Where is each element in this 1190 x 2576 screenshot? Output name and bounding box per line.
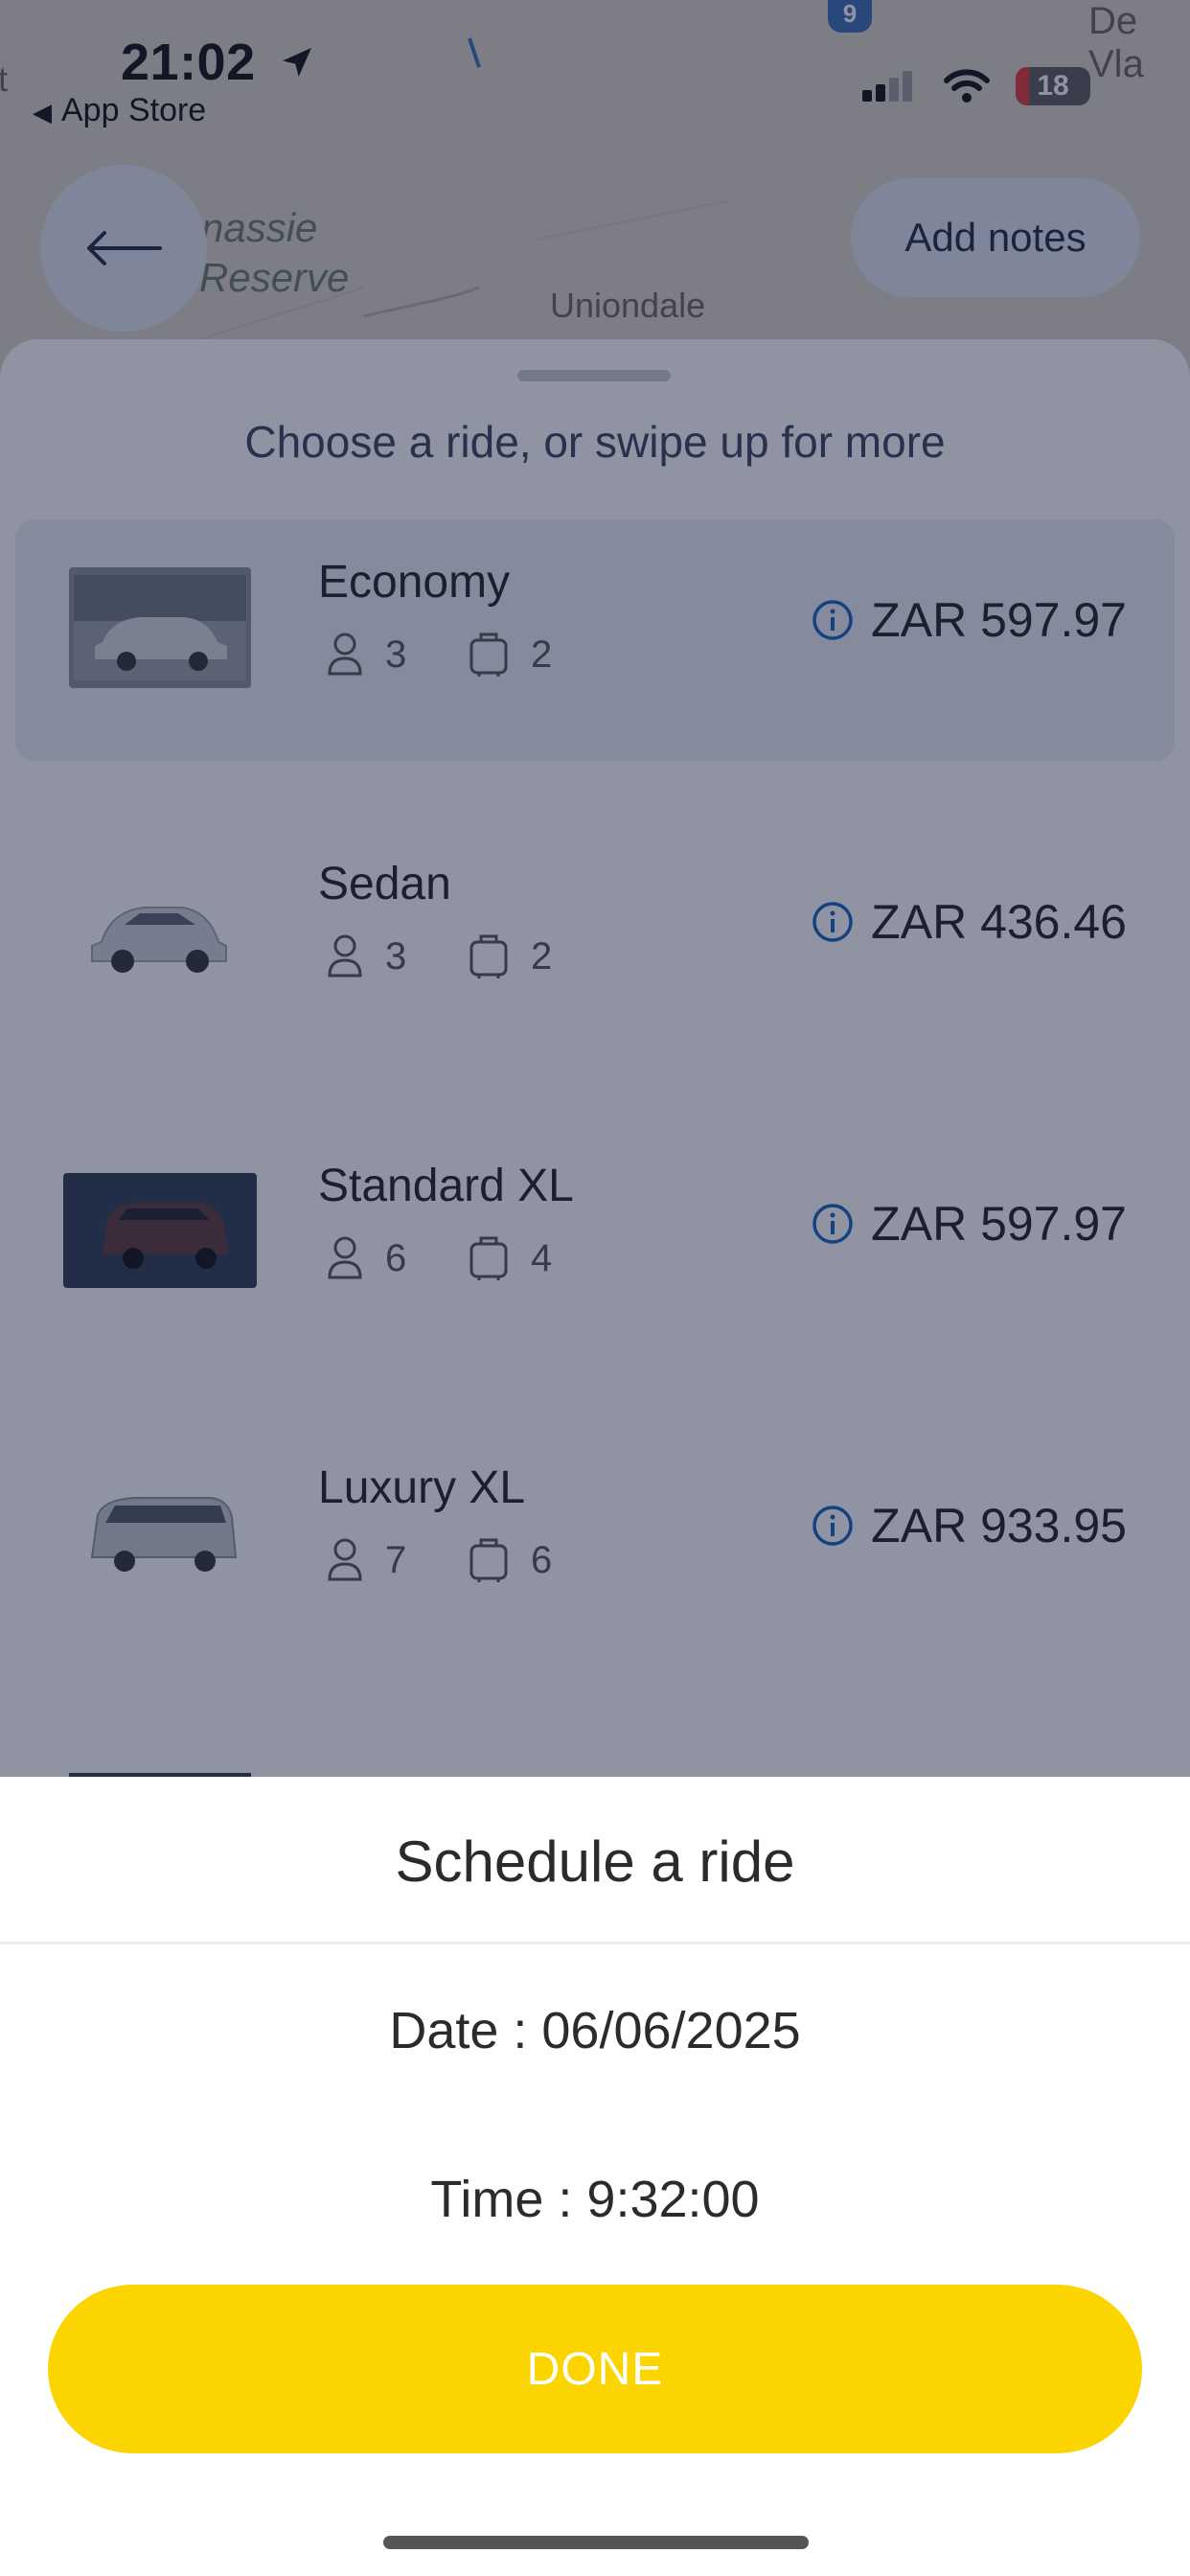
home-indicator <box>383 2536 809 2549</box>
app-screen: 9 De Vla t nassie Reserve Uniondale 21:0… <box>0 0 1190 2576</box>
schedule-divider <box>0 1942 1190 1944</box>
schedule-time[interactable]: Time : 9:32:00 <box>0 2170 1190 2229</box>
schedule-title: Schedule a ride <box>395 1829 795 1894</box>
schedule-panel: Schedule a ride Date : 06/06/2025 Time :… <box>0 1777 1190 2576</box>
done-button[interactable]: DONE <box>48 2285 1142 2453</box>
schedule-date[interactable]: Date : 06/06/2025 <box>0 2001 1190 2060</box>
